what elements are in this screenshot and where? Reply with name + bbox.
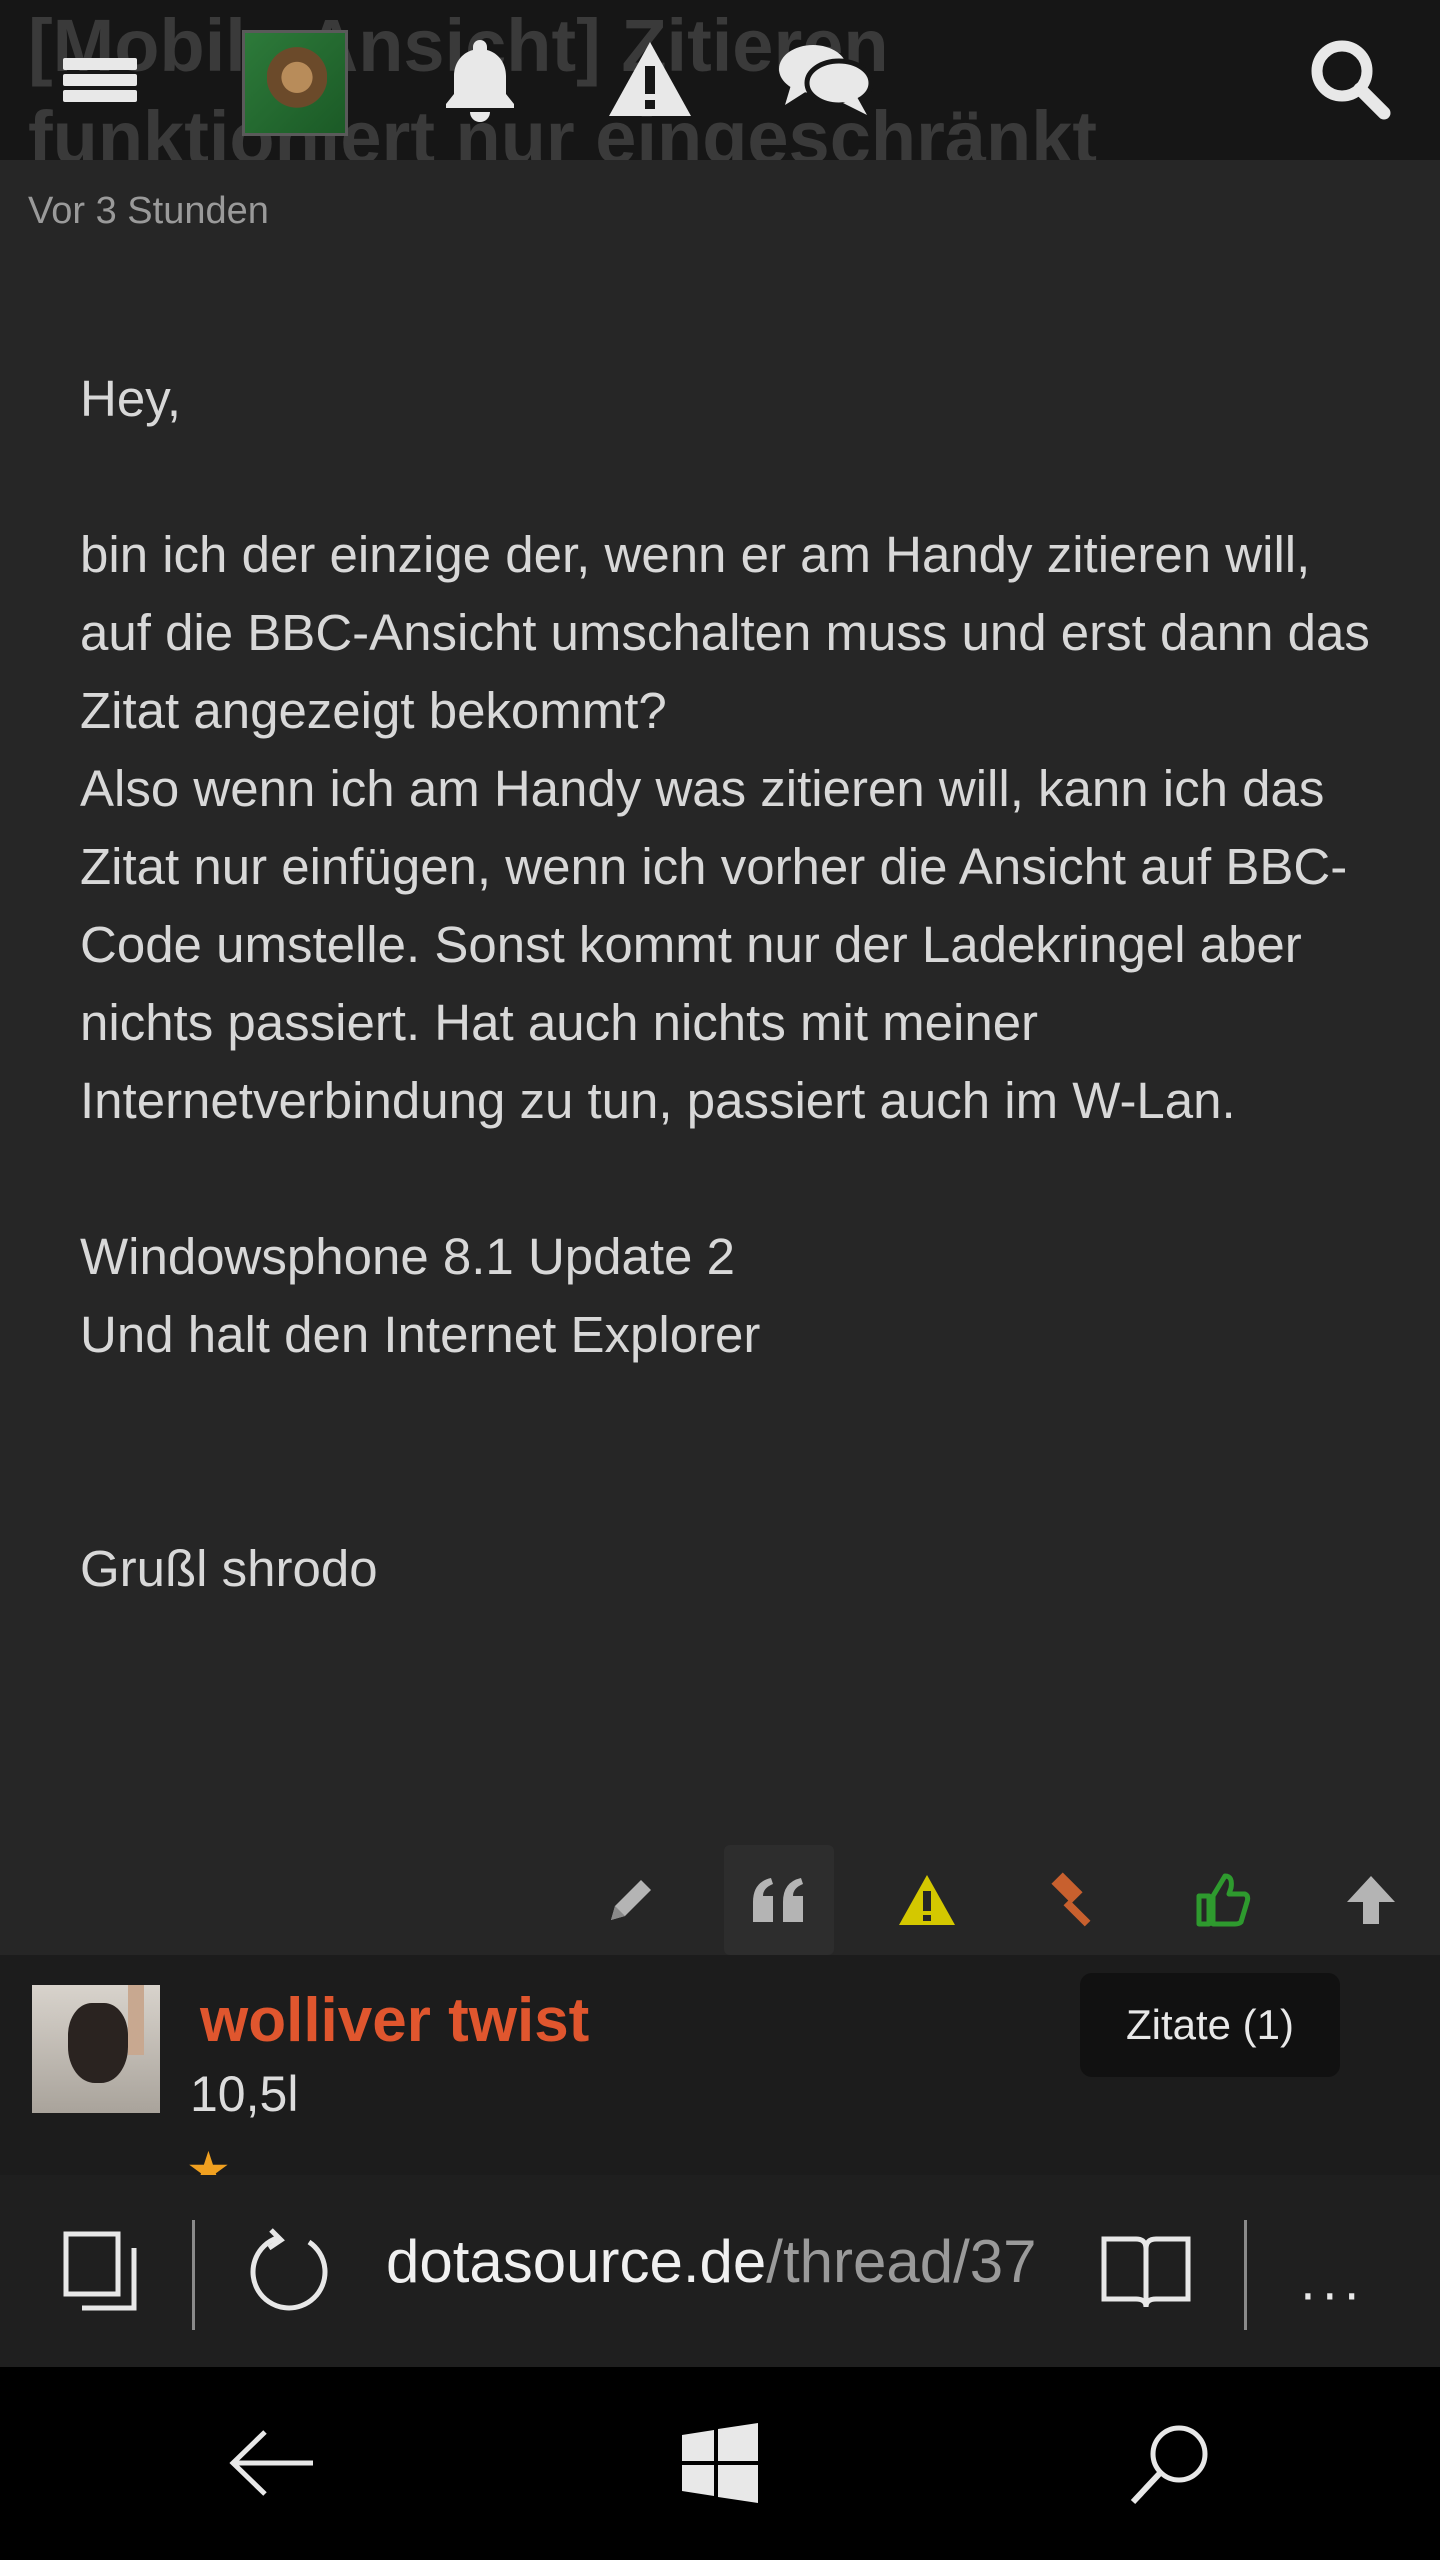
toolbar-divider — [1244, 2220, 1247, 2330]
tabs-icon[interactable] — [55, 2221, 145, 2321]
username[interactable]: wolliver twist — [200, 1985, 589, 2056]
post-content: Hey, bin ich der einzige der, wenn er am… — [80, 360, 1380, 1608]
edit-icon[interactable] — [576, 1845, 686, 1955]
up-icon[interactable] — [1316, 1845, 1426, 1955]
post-action-bar — [0, 1845, 1440, 1955]
post-timestamp: Vor 3 Stunden — [28, 190, 269, 232]
post-text: Hey, bin ich der einzige der, wenn er am… — [80, 370, 1370, 1597]
toolbar-divider — [192, 2220, 195, 2330]
back-arrow-icon[interactable] — [222, 2413, 322, 2513]
like-icon[interactable] — [1168, 1845, 1278, 1955]
bell-icon[interactable] — [430, 24, 530, 134]
moderate-icon[interactable] — [1020, 1845, 1130, 1955]
quotes-button[interactable]: Zitate (1) — [1080, 1973, 1340, 2077]
more-icon[interactable]: ··· — [1300, 2268, 1366, 2326]
system-nav-bar — [0, 2367, 1440, 2560]
chat-icon[interactable] — [770, 24, 880, 134]
avatar[interactable] — [32, 1985, 160, 2113]
star-icon: ★ — [186, 2141, 231, 2175]
quote-icon[interactable] — [724, 1845, 834, 1955]
report-icon[interactable] — [872, 1845, 982, 1955]
search-icon[interactable] — [1300, 24, 1400, 134]
next-post-header: wolliver twist 10,5l ★ Zitate (1) — [0, 1955, 1440, 2175]
url-path: /thread/37 — [766, 2228, 1037, 2295]
warning-icon[interactable] — [600, 24, 700, 134]
url-host: dotasource.de — [386, 2228, 767, 2295]
reading-view-icon[interactable] — [1096, 2221, 1196, 2321]
search-icon[interactable] — [1120, 2413, 1220, 2513]
user-stat: 10,5l — [190, 2066, 299, 2122]
browser-toolbar: dotasource.de/thread/37 — [0, 2175, 1440, 2367]
avatar[interactable] — [242, 30, 348, 136]
address-bar[interactable]: dotasource.de/thread/37 — [386, 2227, 1037, 2296]
windows-logo-icon[interactable] — [670, 2413, 770, 2513]
menu-icon[interactable] — [55, 24, 145, 134]
refresh-icon[interactable] — [240, 2221, 340, 2321]
top-nav-bar: [Mobile Ansicht] Zitieren funktioniert n… — [0, 0, 1440, 160]
